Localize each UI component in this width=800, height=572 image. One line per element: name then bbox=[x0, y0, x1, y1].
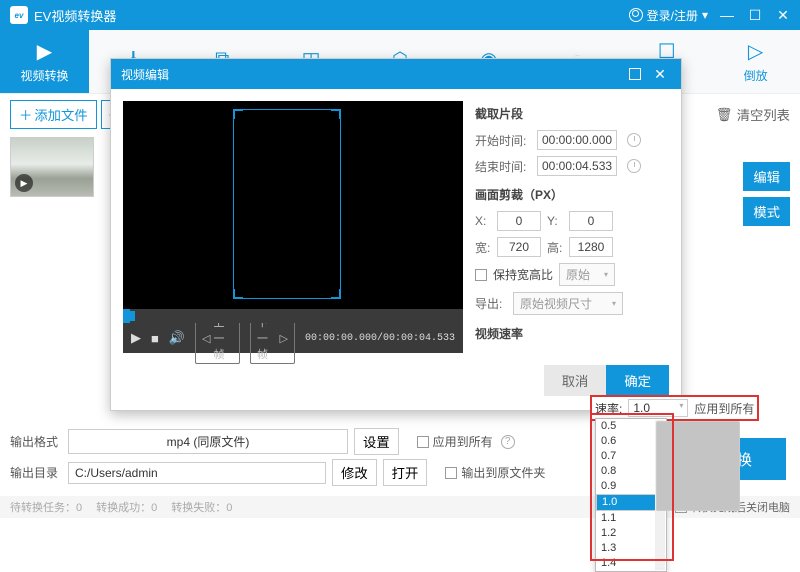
status-ok: 转换成功：0 bbox=[96, 499, 157, 515]
end-time-label: 结束时间: bbox=[475, 158, 531, 175]
apply-all-label: 应用到所有 bbox=[433, 433, 493, 450]
login-link[interactable]: 登录/注册 ▾ bbox=[629, 7, 708, 24]
caret-icon: ▾ bbox=[612, 299, 616, 308]
tab-reverse[interactable]: ▷倒放 bbox=[711, 30, 800, 93]
modal-title: 视频编辑 bbox=[121, 66, 629, 83]
start-time-label: 开始时间: bbox=[475, 132, 531, 149]
volume-button[interactable]: 🔊 bbox=[169, 330, 185, 346]
h-input[interactable]: 1280 bbox=[569, 237, 613, 257]
dir-input[interactable]: C:/Users/admin bbox=[68, 462, 326, 484]
apply-all-checkbox[interactable] bbox=[417, 436, 429, 448]
open-button[interactable]: 打开 bbox=[383, 459, 428, 486]
speed-dropdown[interactable]: 0.50.60.70.80.91.01.11.21.31.4 bbox=[595, 418, 667, 572]
play-icon: ▶ bbox=[15, 174, 33, 192]
stop-button[interactable]: ■ bbox=[151, 331, 159, 346]
maximize-button[interactable]: ☐ bbox=[748, 8, 762, 22]
user-icon bbox=[629, 8, 643, 22]
format-label: 输出格式 bbox=[10, 433, 62, 450]
time-display: 00:00:00.000/00:00:04.533 bbox=[305, 333, 455, 344]
prev-icon: ◁ bbox=[202, 332, 210, 345]
scrollbar-thumb[interactable] bbox=[656, 421, 740, 511]
export-select[interactable]: 原始视频尺寸▾ bbox=[513, 292, 623, 315]
dir-label: 输出目录 bbox=[10, 464, 62, 481]
clock-icon[interactable] bbox=[627, 133, 641, 147]
h-label: 高: bbox=[547, 239, 563, 256]
minimize-button[interactable]: — bbox=[720, 8, 734, 22]
keep-ratio-checkbox[interactable] bbox=[475, 269, 487, 281]
close-button[interactable]: ✕ bbox=[776, 8, 790, 22]
start-time-input[interactable]: 00:00:00.000 bbox=[537, 130, 617, 150]
app-logo: ev bbox=[10, 6, 28, 24]
x-label: X: bbox=[475, 214, 491, 228]
tab-label: 视频转换 bbox=[20, 67, 68, 84]
play-button[interactable]: ▶ bbox=[131, 330, 141, 346]
clear-list-button[interactable]: 🗑清空列表 bbox=[716, 105, 790, 124]
modal-titlebar: 视频编辑 ✕ bbox=[111, 59, 681, 89]
status-pending: 待转换任务：0 bbox=[10, 499, 82, 515]
modal-close-button[interactable]: ✕ bbox=[649, 65, 671, 83]
modal-maximize-button[interactable] bbox=[629, 68, 641, 80]
modify-button[interactable]: 修改 bbox=[332, 459, 377, 486]
w-label: 宽: bbox=[475, 239, 491, 256]
crop-handle-bl[interactable] bbox=[233, 289, 243, 299]
progress-bar[interactable] bbox=[123, 309, 463, 323]
ok-button[interactable]: 确定 bbox=[606, 365, 669, 396]
speed-section-title: 视频速率 bbox=[475, 325, 669, 342]
crop-section-title: 画面剪裁（PX） bbox=[475, 186, 669, 203]
trash-icon: 🗑 bbox=[716, 107, 733, 123]
crop-handle-br[interactable] bbox=[331, 289, 341, 299]
cancel-button[interactable]: 取消 bbox=[544, 365, 607, 396]
progress-knob[interactable] bbox=[125, 311, 135, 321]
file-thumbnail[interactable]: ▶ bbox=[10, 137, 94, 197]
dropdown-icon: ▾ bbox=[702, 8, 708, 22]
mode-button[interactable]: 模式 bbox=[743, 197, 790, 226]
plus-icon: ＋ bbox=[19, 105, 32, 124]
status-fail: 转换失败：0 bbox=[171, 499, 232, 515]
caret-icon: ▾ bbox=[679, 401, 683, 415]
y-input[interactable]: 0 bbox=[569, 211, 613, 231]
player-controls: ▶ ■ 🔊 ◁上一帧 下一帧▷ 00:00:00.000/00:00:04.53… bbox=[123, 323, 463, 353]
preview-pane: ▶ ■ 🔊 ◁上一帧 下一帧▷ 00:00:00.000/00:00:04.53… bbox=[123, 101, 463, 353]
apply-all-link[interactable]: 应用到所有 bbox=[694, 400, 754, 417]
edit-button[interactable]: 编辑 bbox=[743, 162, 790, 191]
export-label: 导出: bbox=[475, 295, 507, 312]
speed-label: 速率: bbox=[595, 400, 622, 417]
ratio-select[interactable]: 原始▾ bbox=[559, 263, 615, 286]
clip-section-title: 截取片段 bbox=[475, 105, 669, 122]
reverse-icon: ▷ bbox=[744, 39, 768, 63]
w-input[interactable]: 720 bbox=[497, 237, 541, 257]
crop-handle-tl[interactable] bbox=[233, 109, 243, 119]
output-src-label: 输出到原文件夹 bbox=[461, 464, 545, 481]
titlebar: ev EV视频转换器 登录/注册 ▾ — ☐ ✕ bbox=[0, 0, 800, 30]
speed-select[interactable]: 1.0▾ bbox=[628, 399, 688, 417]
video-edit-modal: 视频编辑 ✕ ▶ ■ 🔊 ◁上一帧 下一帧▷ bbox=[110, 58, 682, 411]
tab-video-convert[interactable]: ▶ 视频转换 bbox=[0, 30, 89, 93]
clock-icon[interactable] bbox=[627, 159, 641, 173]
y-label: Y: bbox=[547, 214, 563, 228]
next-icon: ▷ bbox=[279, 332, 287, 345]
convert-icon: ▶ bbox=[32, 39, 56, 63]
dropdown-scrollbar[interactable] bbox=[655, 420, 665, 570]
x-input[interactable]: 0 bbox=[497, 211, 541, 231]
video-preview[interactable] bbox=[123, 101, 463, 309]
crop-box[interactable] bbox=[233, 109, 341, 299]
format-select[interactable]: mp4 (同原文件) bbox=[68, 429, 348, 454]
login-label: 登录/注册 bbox=[647, 7, 698, 24]
settings-button[interactable]: 设置 bbox=[354, 428, 399, 455]
end-time-input[interactable]: 00:00:04.533 bbox=[537, 156, 617, 176]
keep-ratio-label: 保持宽高比 bbox=[493, 266, 553, 283]
help-icon[interactable]: ? bbox=[501, 435, 515, 449]
add-file-button[interactable]: ＋添加文件 bbox=[10, 100, 97, 129]
crop-handle-tr[interactable] bbox=[331, 109, 341, 119]
settings-panel: 截取片段 开始时间: 00:00:00.000 结束时间: 00:00:04.5… bbox=[475, 101, 669, 353]
output-src-checkbox[interactable] bbox=[445, 467, 457, 479]
caret-icon: ▾ bbox=[604, 270, 608, 279]
app-title: EV视频转换器 bbox=[34, 6, 116, 25]
